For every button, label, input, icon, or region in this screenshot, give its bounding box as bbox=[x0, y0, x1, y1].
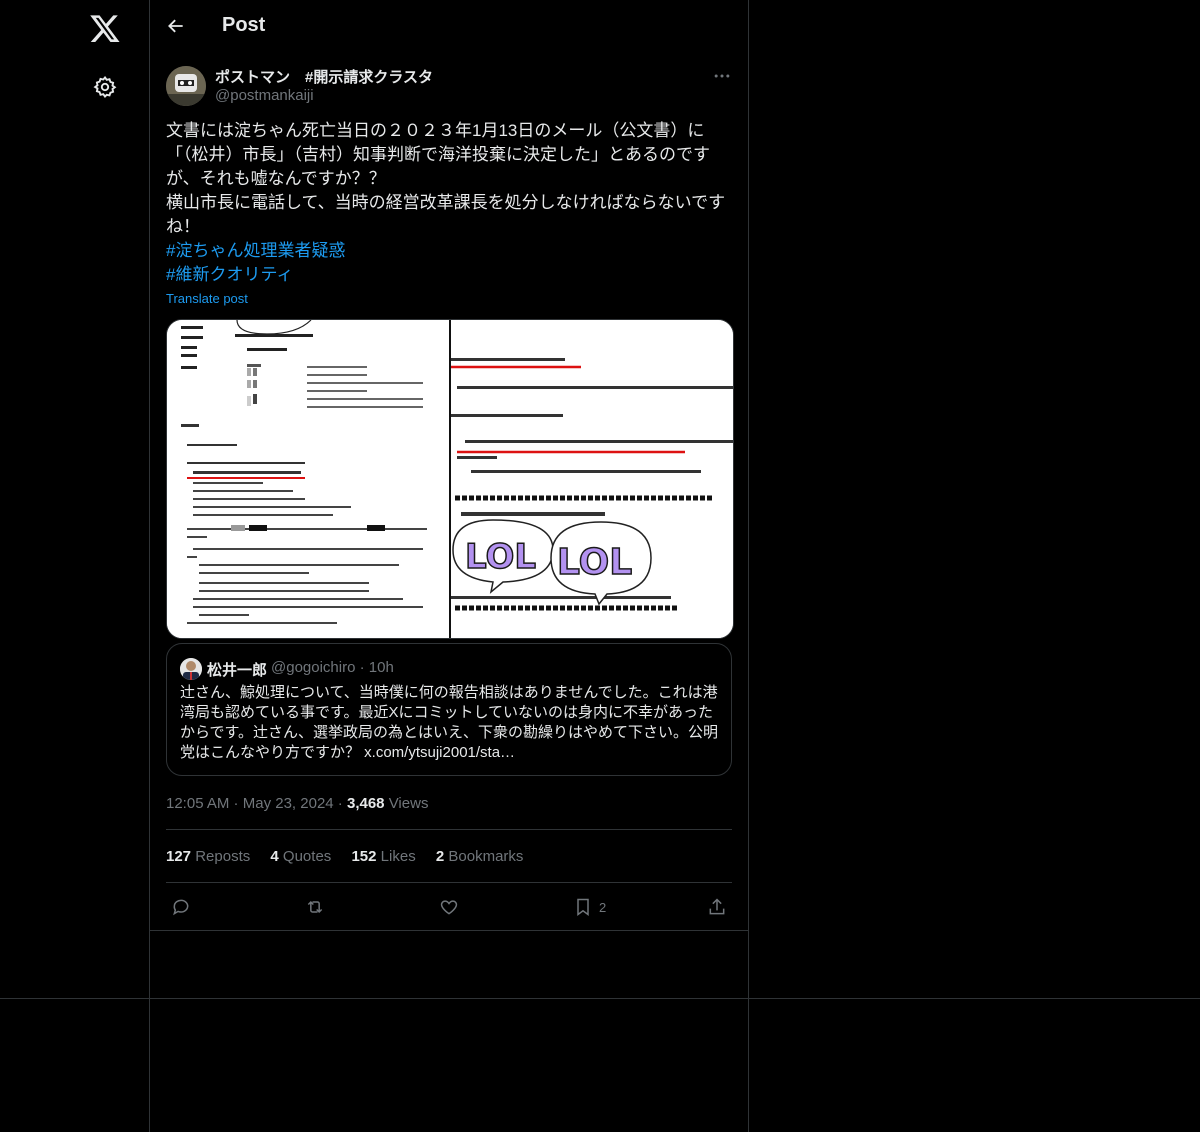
page-header: Post bbox=[150, 0, 748, 53]
quoted-text-line: 湾局も認めている事です。最近Xにコミットしていないのは身内に不幸があった bbox=[180, 704, 714, 721]
author-display-name[interactable]: ポストマン #開示請求クラスタ bbox=[215, 66, 433, 87]
stat-label: Bookmarks bbox=[448, 848, 524, 865]
quoted-text-line: 党はこんなやり方ですか？ x.com/ytsuji2001/sta… bbox=[180, 744, 516, 761]
post-text-line: 「（松井）市長」（吉村）知事判断で海洋投棄に決定した」とあるのです bbox=[166, 145, 710, 164]
post-text-line: 文書には淀ちゃん死亡当日の２０２３年1月13日のメール（公文書）に bbox=[166, 121, 705, 140]
post-text-line: が、それも嘘なんですか？？ bbox=[166, 169, 386, 188]
likes-stat[interactable]: 152 Likes bbox=[351, 848, 415, 865]
post-text-line: ね！ bbox=[166, 217, 200, 236]
post-time[interactable]: 12:05 AM bbox=[166, 795, 229, 812]
x-logo-icon[interactable] bbox=[89, 12, 121, 44]
bookmark-count: 2 bbox=[599, 899, 607, 915]
sticker-text: LOL bbox=[557, 542, 632, 583]
quoted-post[interactable]: 松井一郎 @gogoichiro · 10h 辻さん、鯨処理について、当時僕に何… bbox=[166, 643, 732, 776]
back-arrow-icon[interactable] bbox=[166, 16, 186, 36]
divider bbox=[150, 930, 748, 931]
sticker-text: LOL bbox=[465, 537, 536, 577]
post-detail-column: Post ポストマン #開示請求クラスタ @postmankaiji 文書には淀… bbox=[150, 0, 748, 1132]
post-media[interactable]: LOL LOL bbox=[166, 319, 734, 639]
quoted-author-avatar[interactable] bbox=[180, 658, 202, 680]
share-icon bbox=[709, 898, 725, 915]
divider bbox=[166, 829, 732, 830]
views-count: 3,468 bbox=[346, 795, 385, 812]
stat-count: 152 bbox=[351, 848, 377, 865]
hashtag-link[interactable]: #維新クオリティ bbox=[166, 263, 732, 287]
document-scan-right: LOL LOL bbox=[451, 358, 733, 611]
like-button[interactable] bbox=[439, 896, 459, 918]
sidebar bbox=[0, 0, 149, 1132]
bookmark-button[interactable]: 2 bbox=[573, 896, 606, 918]
column-divider-right bbox=[748, 0, 749, 1132]
repost-button[interactable] bbox=[305, 896, 325, 918]
post-text: 文書には淀ちゃん死亡当日の２０２３年1月13日のメール（公文書）に 「（松井）市… bbox=[166, 119, 732, 287]
document-image-left[interactable] bbox=[167, 320, 449, 638]
document-scan-left bbox=[181, 320, 427, 624]
bookmark-icon bbox=[577, 898, 589, 916]
reply-button[interactable] bbox=[171, 896, 191, 918]
more-options-icon[interactable] bbox=[712, 66, 732, 86]
quotes-stat[interactable]: 4 Quotes bbox=[270, 848, 331, 865]
author-avatar[interactable] bbox=[166, 66, 206, 106]
post-date[interactable]: May 23, 2024 bbox=[243, 795, 334, 812]
quoted-text-line: からです。辻さん、選挙政局の為とはいえ、下衆の勘繰りはやめて下さい。公明 bbox=[180, 724, 719, 741]
quoted-author-name: 松井一郎 bbox=[207, 662, 268, 679]
reposts-stat[interactable]: 127 Reposts bbox=[166, 848, 250, 865]
action-bar: 2 bbox=[150, 883, 748, 930]
stat-count: 4 bbox=[270, 848, 279, 865]
bookmarks-stat[interactable]: 2 Bookmarks bbox=[436, 848, 524, 865]
repost-icon bbox=[307, 900, 323, 914]
hashtag-link[interactable]: #淀ちゃん処理業者疑惑 bbox=[166, 239, 732, 263]
quoted-time: · 10h bbox=[359, 659, 394, 676]
stat-label: Reposts bbox=[195, 848, 251, 865]
stat-count: 127 bbox=[166, 848, 192, 865]
share-button[interactable] bbox=[707, 896, 727, 918]
post-metadata: 12:05 AM · May 23, 2024 · 3,468 Views bbox=[166, 795, 429, 812]
stat-label: Likes bbox=[380, 848, 416, 865]
stat-count: 2 bbox=[435, 848, 445, 865]
quoted-post-text: 辻さん、鯨処理について、当時僕に何の報告相談はありませんでした。これは港 湾局も… bbox=[180, 683, 725, 763]
reply-icon bbox=[173, 899, 189, 916]
page-title: Post bbox=[222, 14, 266, 36]
stat-label: Quotes bbox=[282, 848, 332, 865]
post-text-line: 横山市長に電話して、当時の経営改革課長を処分しなければならないです bbox=[166, 193, 726, 212]
quoted-handle-text: @gogoichiro bbox=[271, 659, 356, 676]
quoted-author-handle: @gogoichiro · 10h bbox=[271, 659, 394, 676]
author-handle[interactable]: @postmankaiji bbox=[215, 87, 314, 104]
quoted-text-line: 辻さん、鯨処理について、当時僕に何の報告相談はありませんでした。これは港 bbox=[180, 684, 718, 701]
engagement-stats: 127 Reposts 4 Quotes 152 Likes 2 Bookmar… bbox=[166, 848, 539, 865]
document-image-right[interactable]: LOL LOL bbox=[451, 320, 733, 638]
settings-gear-icon[interactable] bbox=[93, 75, 117, 99]
views-label: Views bbox=[388, 795, 429, 812]
heart-icon bbox=[440, 900, 458, 915]
translate-post-link[interactable]: Translate post bbox=[166, 291, 248, 306]
